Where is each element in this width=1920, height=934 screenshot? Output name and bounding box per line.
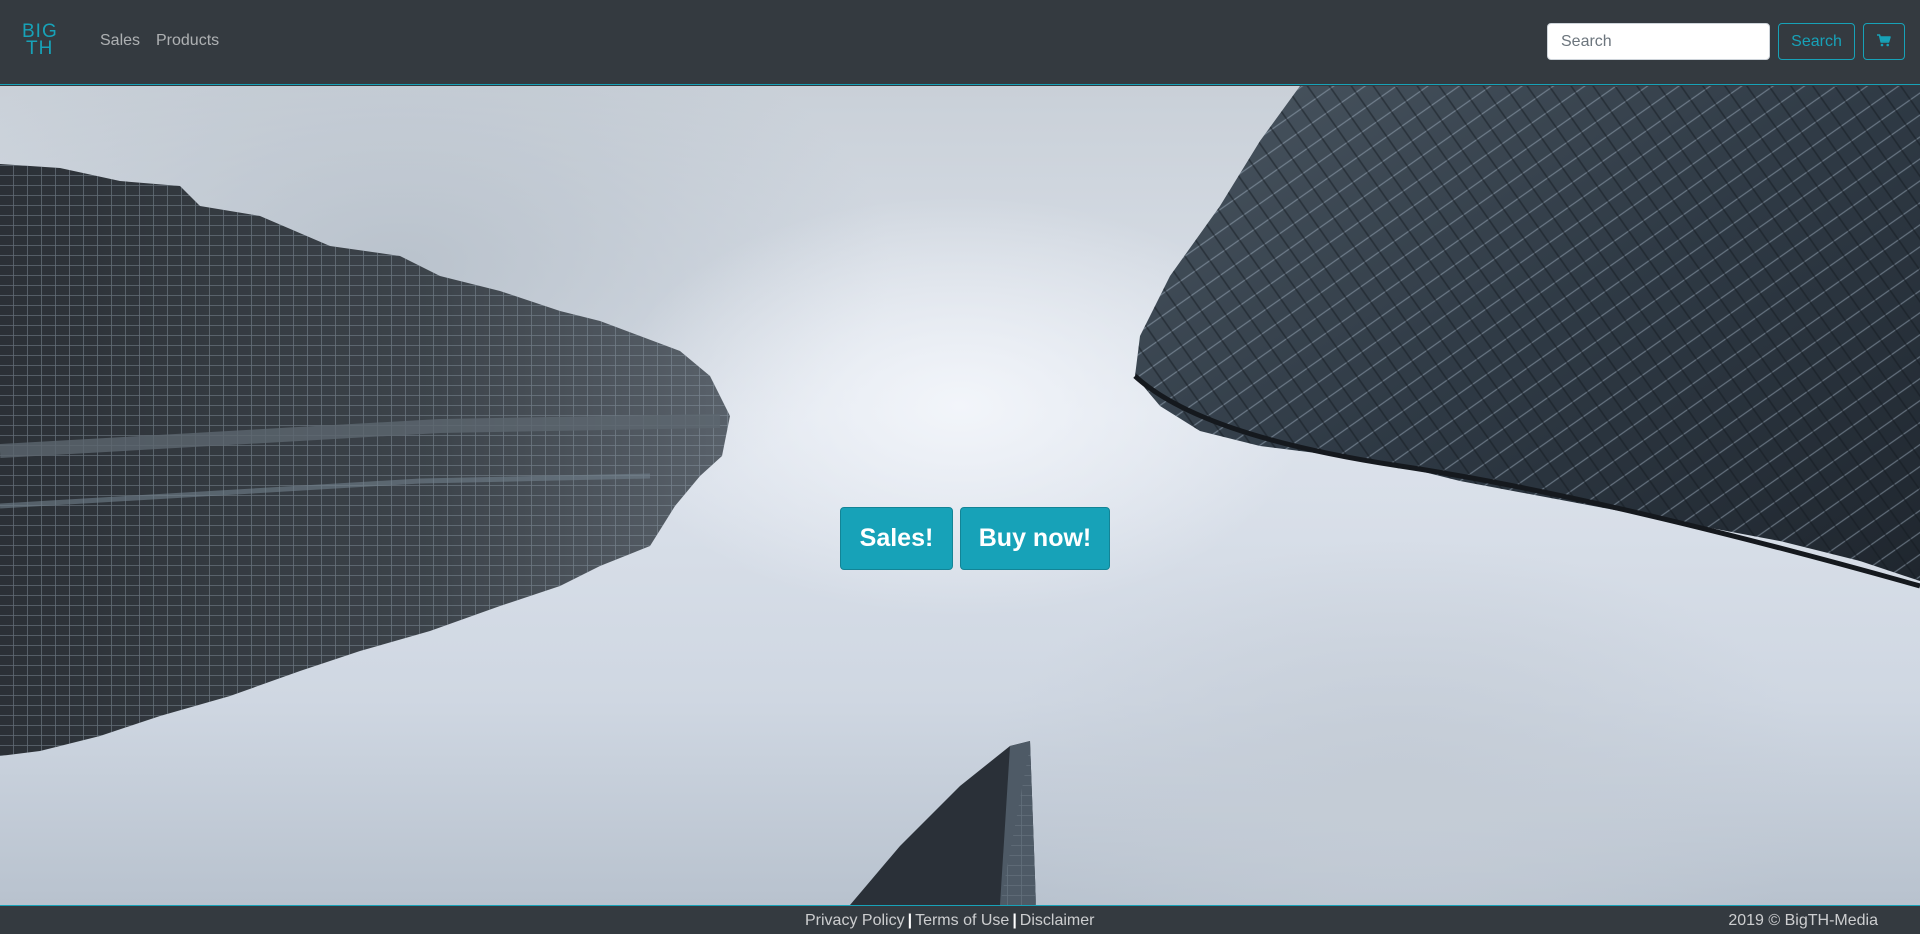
- footer-separator: |: [1012, 912, 1017, 929]
- nav-link-products[interactable]: Products: [156, 31, 219, 51]
- hero-background-image: [0, 86, 1920, 905]
- logo-line-2: TH: [26, 38, 54, 59]
- cart-button[interactable]: [1863, 23, 1905, 60]
- buy-now-button[interactable]: Buy now!: [960, 507, 1110, 570]
- sales-cta-button[interactable]: Sales!: [840, 507, 953, 570]
- brand-logo[interactable]: BIG TH: [22, 22, 66, 59]
- privacy-policy-link[interactable]: Privacy Policy: [805, 912, 905, 929]
- search-button[interactable]: Search: [1778, 23, 1855, 60]
- disclaimer-link[interactable]: Disclaimer: [1020, 912, 1095, 929]
- nav-link-sales[interactable]: Sales: [100, 31, 140, 51]
- shopping-cart-icon: [1877, 33, 1891, 50]
- hero-banner: Sales! Buy now!: [0, 86, 1920, 905]
- search-input[interactable]: [1547, 23, 1770, 60]
- footer-separator: |: [907, 912, 913, 929]
- copyright-text: 2019 © BigTH-Media: [1728, 912, 1878, 929]
- page-footer: Privacy Policy | Terms of Use | Disclaimer 2…: [0, 905, 1920, 934]
- terms-of-use-link[interactable]: Terms of Use: [915, 912, 1009, 929]
- top-navbar: BIG TH Sales Products Search: [0, 0, 1920, 85]
- footer-links: Privacy Policy | Terms of Use | Disclaimer: [805, 912, 1094, 930]
